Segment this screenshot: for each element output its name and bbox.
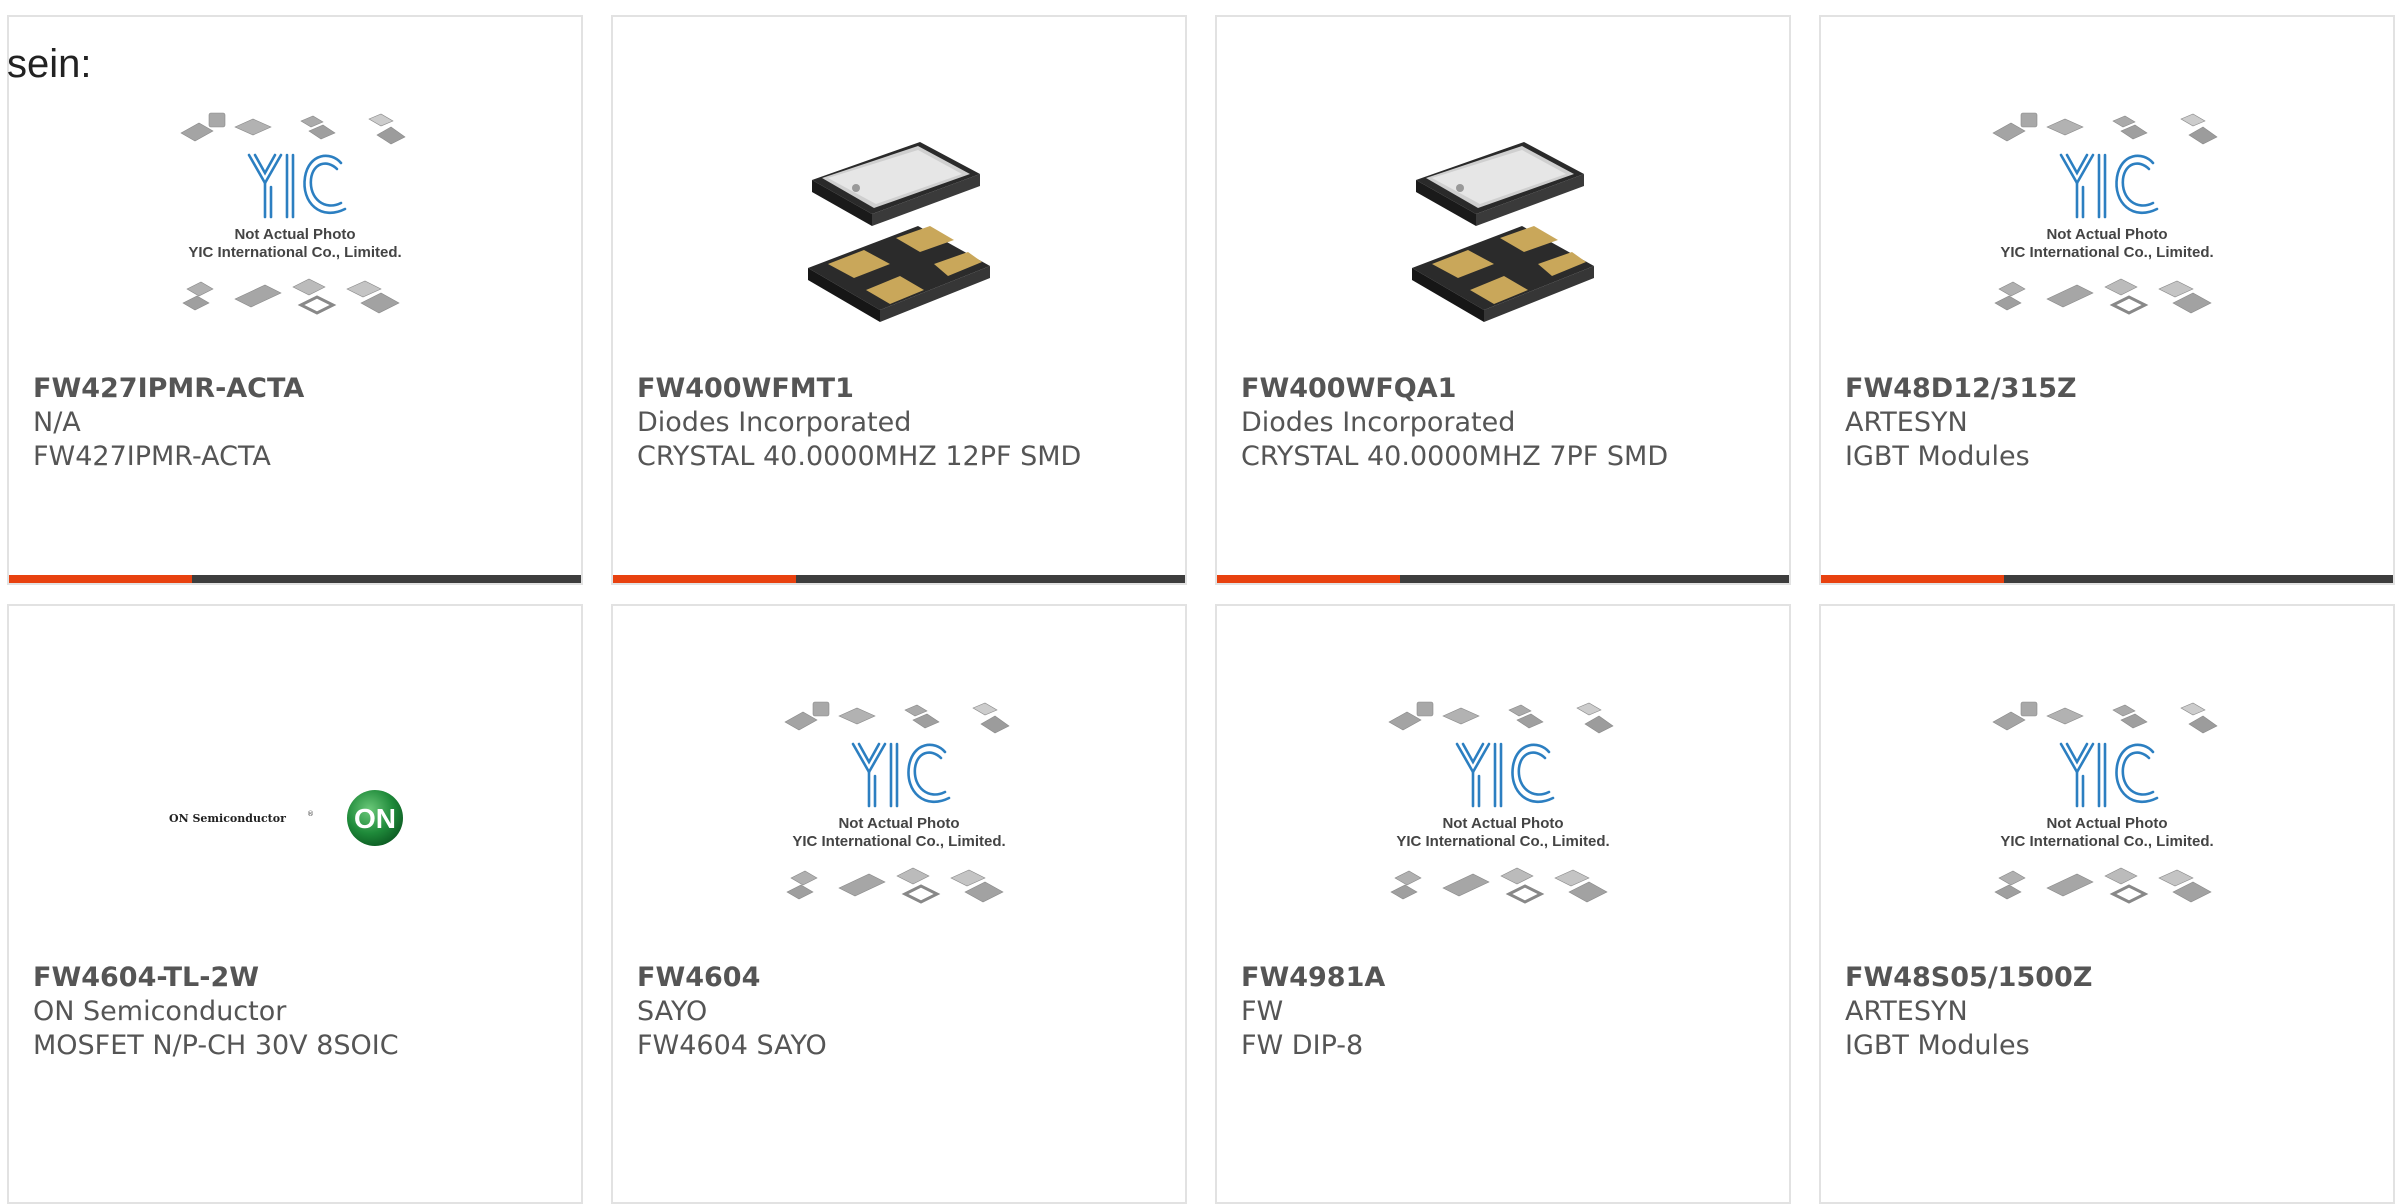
product-card[interactable]: FW400WFMT1 Diodes Incorporated CRYSTAL 4… xyxy=(611,15,1187,585)
product-image[interactable]: Not Actual Photo YIC International Co., … xyxy=(9,87,581,367)
part-number[interactable]: FW400WFQA1 xyxy=(1241,373,1456,404)
placeholder-line2: YIC International Co., Limited. xyxy=(792,833,1005,850)
placeholder-line1: Not Actual Photo xyxy=(2046,815,2167,832)
placeholder-line2: YIC International Co., Limited. xyxy=(2000,833,2213,850)
product-card[interactable]: Not Actual Photo YIC International Co., … xyxy=(7,15,583,585)
description: IGBT Modules xyxy=(1845,1030,2030,1061)
product-image[interactable] xyxy=(613,87,1185,367)
card-bar xyxy=(1217,575,1789,583)
manufacturer: FW xyxy=(1241,996,1284,1027)
product-image[interactable]: Not Actual Photo YIC International Co., … xyxy=(1821,676,2393,956)
product-card[interactable]: Not Actual Photo YIC International Co., … xyxy=(1215,604,1791,1204)
product-card[interactable]: FW400WFQA1 Diodes Incorporated CRYSTAL 4… xyxy=(1215,15,1791,585)
product-card[interactable]: Not Actual Photo YIC International Co., … xyxy=(1819,604,2395,1204)
description: FW DIP-8 xyxy=(1241,1030,1364,1061)
placeholder-line1: Not Actual Photo xyxy=(1442,815,1563,832)
on-semiconductor-logo: ON Semiconductor ® ON xyxy=(169,790,403,846)
part-number[interactable]: FW48D12/315Z xyxy=(1845,373,2077,404)
placeholder-line1: Not Actual Photo xyxy=(2046,226,2167,243)
description: IGBT Modules xyxy=(1845,441,2030,472)
crystal-image xyxy=(808,142,990,322)
part-number[interactable]: FW427IPMR-ACTA xyxy=(33,373,304,404)
product-image[interactable]: Not Actual Photo YIC International Co., … xyxy=(1217,676,1789,956)
description: FW427IPMR-ACTA xyxy=(33,441,271,472)
description: MOSFET N/P-CH 30V 8SOIC xyxy=(33,1030,399,1061)
logo-registered: ® xyxy=(307,810,314,818)
product-card[interactable]: Not Actual Photo YIC International Co., … xyxy=(611,604,1187,1204)
yic-placeholder-image: Not Actual Photo YIC International Co., … xyxy=(180,112,406,315)
manufacturer: Diodes Incorporated xyxy=(637,407,912,438)
placeholder-line2: YIC International Co., Limited. xyxy=(188,244,401,261)
product-card[interactable]: ON Semiconductor ® ON FW4604-TL-2W ON Se… xyxy=(7,604,583,1204)
manufacturer: SAYO xyxy=(637,996,708,1027)
crystal-image xyxy=(1412,142,1594,322)
card-bar xyxy=(1821,575,2393,583)
yic-placeholder-image: Not Actual Photo YIC International Co., … xyxy=(1992,701,2218,904)
card-bar xyxy=(613,575,1185,583)
product-image[interactable]: Not Actual Photo YIC International Co., … xyxy=(613,676,1185,956)
product-card[interactable]: Not Actual Photo YIC International Co., … xyxy=(1819,15,2395,585)
yic-placeholder-image: Not Actual Photo YIC International Co., … xyxy=(1388,701,1614,904)
part-number[interactable]: FW400WFMT1 xyxy=(637,373,854,404)
manufacturer: ARTESYN xyxy=(1845,407,1968,438)
part-number[interactable]: FW4981A xyxy=(1241,962,1385,993)
placeholder-line2: YIC International Co., Limited. xyxy=(1396,833,1609,850)
card-bar-accent xyxy=(9,575,192,583)
intro-text: sein: xyxy=(7,42,92,86)
description: CRYSTAL 40.0000MHZ 7PF SMD xyxy=(1241,441,1669,472)
part-number[interactable]: FW4604 xyxy=(637,962,760,993)
card-bar-accent xyxy=(1821,575,2004,583)
logo-text: ON Semiconductor xyxy=(169,812,286,825)
product-image[interactable]: ON Semiconductor ® ON xyxy=(9,676,581,956)
card-bar-accent xyxy=(1217,575,1400,583)
part-number[interactable]: FW4604-TL-2W xyxy=(33,962,259,993)
manufacturer: ARTESYN xyxy=(1845,996,1968,1027)
yic-placeholder-image: Not Actual Photo YIC International Co., … xyxy=(784,701,1010,904)
placeholder-line1: Not Actual Photo xyxy=(234,226,355,243)
manufacturer: N/A xyxy=(33,407,81,438)
card-bar-accent xyxy=(613,575,796,583)
part-number[interactable]: FW48S05/1500Z xyxy=(1845,962,2092,993)
yic-placeholder-image: Not Actual Photo YIC International Co., … xyxy=(1992,112,2218,315)
manufacturer: ON Semiconductor xyxy=(33,996,287,1027)
product-image[interactable]: Not Actual Photo YIC International Co., … xyxy=(1821,87,2393,367)
card-bar xyxy=(9,575,581,583)
manufacturer: Diodes Incorporated xyxy=(1241,407,1516,438)
description: CRYSTAL 40.0000MHZ 12PF SMD xyxy=(637,441,1082,472)
product-image[interactable] xyxy=(1217,87,1789,367)
logo-badge: ON xyxy=(354,803,396,834)
placeholder-line1: Not Actual Photo xyxy=(838,815,959,832)
placeholder-line2: YIC International Co., Limited. xyxy=(2000,244,2213,261)
description: FW4604 SAYO xyxy=(637,1030,827,1061)
